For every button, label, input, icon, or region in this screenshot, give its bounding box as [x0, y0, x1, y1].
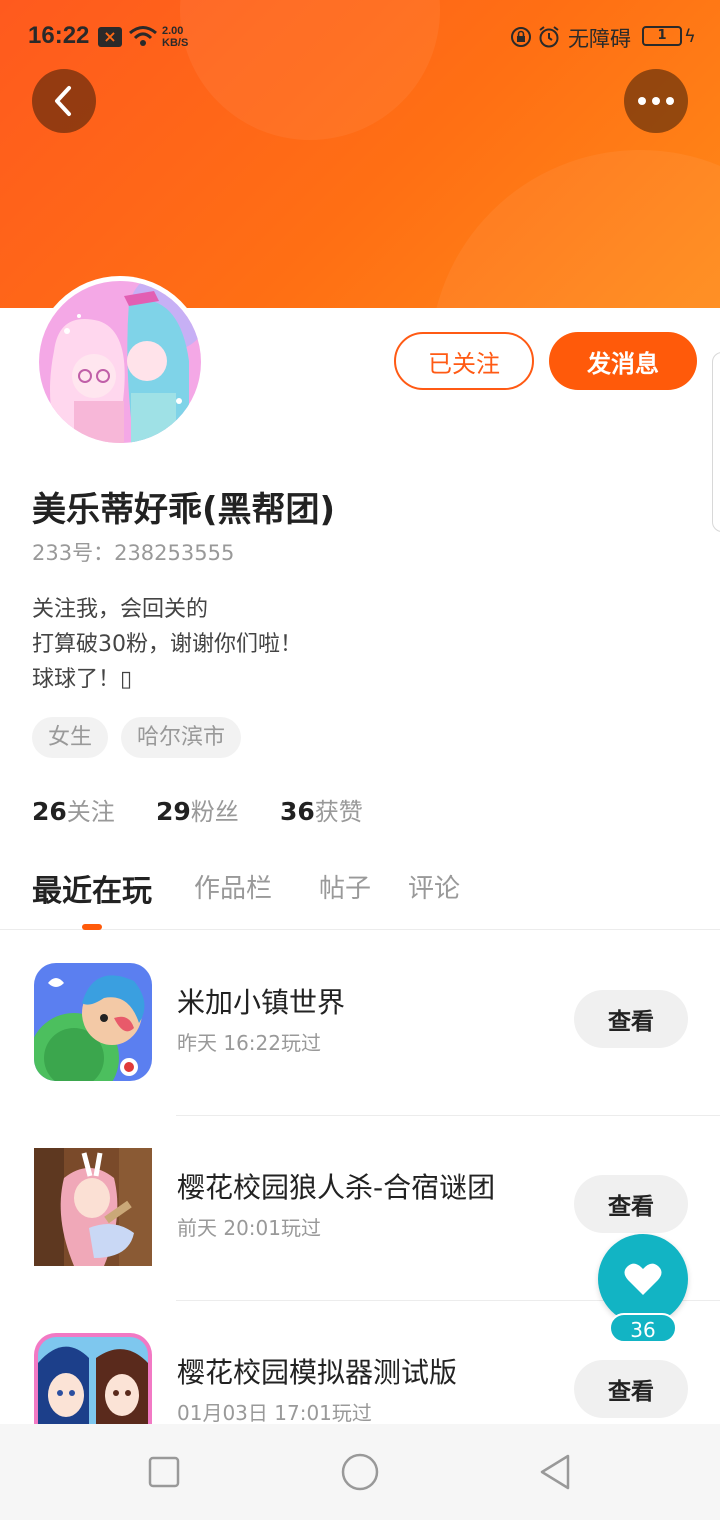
game-name: 樱花校园狼人杀-合宿谜团 [177, 1171, 496, 1204]
game-icon [34, 1148, 152, 1266]
list-item[interactable]: 米加小镇世界 昨天 16:22玩过 查看 [0, 931, 720, 1116]
notification-icon: × [98, 27, 122, 47]
tab-posts[interactable]: 帖子 [319, 868, 371, 905]
rotation-lock-icon [511, 27, 531, 47]
game-name: 樱花校园模拟器测试版 [177, 1356, 458, 1389]
stat-following-value: 26 [32, 797, 67, 826]
alarm-icon [539, 26, 559, 48]
stat-fans-label: 粉丝 [190, 798, 239, 826]
like-count-badge: 36 [609, 1313, 677, 1343]
avatar[interactable] [34, 276, 206, 448]
stat-fans[interactable]: 29粉丝 [156, 792, 239, 827]
accessibility-label: 无障碍 [568, 27, 631, 51]
more-dots-icon [638, 97, 674, 105]
send-message-button[interactable]: 发消息 [549, 332, 697, 390]
stat-fans-value: 29 [156, 797, 191, 826]
network-speed-unit: KB/S [162, 37, 189, 49]
tab-works[interactable]: 作品栏 [194, 868, 272, 905]
user-id: 233号：238253555 [32, 541, 235, 565]
network-speed-value: 2.00 [162, 25, 184, 37]
chevron-left-icon [55, 86, 71, 116]
tag-gender: 女生 [32, 717, 109, 758]
game-played-time: 01月03日 17:01玩过 [177, 1401, 372, 1425]
like-button[interactable] [598, 1234, 688, 1324]
followed-button[interactable]: 已关注 [394, 332, 534, 390]
tag-city: 哈尔滨市 [121, 717, 242, 758]
game-played-time: 昨天 16:22玩过 [177, 1031, 321, 1055]
stat-following-label: 关注 [66, 798, 115, 826]
view-button[interactable]: 查看 [574, 1360, 688, 1418]
network-speed: 2.00 KB/S [162, 25, 188, 49]
more-options-button[interactable] [624, 69, 688, 133]
circle-icon[interactable] [340, 1452, 380, 1492]
heart-icon [624, 1263, 662, 1295]
stat-likes: 36获赞 [280, 792, 363, 827]
stat-likes-label: 获赞 [314, 798, 363, 826]
game-name: 米加小镇世界 [177, 986, 346, 1019]
bio: 关注我，会回关的 打算破30粉，谢谢你们啦！ 球球了！▯ [32, 592, 302, 697]
tab-active-indicator [82, 924, 102, 930]
stat-likes-value: 36 [280, 797, 315, 826]
wifi-icon [129, 26, 157, 46]
view-button[interactable]: 查看 [574, 990, 688, 1048]
avatar-image [39, 281, 201, 443]
game-icon [34, 963, 152, 1081]
game-played-time: 前天 20:01玩过 [177, 1216, 321, 1240]
profile-tabs: 最近在玩 作品栏 帖子 评论 [0, 860, 720, 930]
username: 美乐蒂好乖(黑帮团) [32, 490, 336, 530]
tab-comments[interactable]: 评论 [408, 868, 460, 905]
stat-following[interactable]: 26关注 [32, 792, 115, 827]
bio-line: 打算破30粉，谢谢你们啦！ [32, 632, 302, 657]
battery-icon: 1 [642, 26, 682, 46]
status-time: 16:22 [28, 22, 90, 49]
view-button[interactable]: 查看 [574, 1175, 688, 1233]
side-edge-handle[interactable] [712, 352, 720, 532]
square-icon[interactable] [144, 1452, 184, 1492]
tab-recently-played[interactable]: 最近在玩 [32, 866, 152, 910]
triangle-back-icon[interactable] [536, 1452, 576, 1492]
bio-line: 关注我，会回关的 [32, 597, 209, 622]
back-button[interactable] [32, 69, 96, 133]
bio-line: 球球了！▯ [32, 667, 133, 692]
status-bar: 16:22 × 2.00 KB/S 无障碍 1 ϟ [0, 0, 720, 74]
charging-icon: ϟ [684, 26, 696, 47]
system-navigation-bar [0, 1424, 720, 1520]
